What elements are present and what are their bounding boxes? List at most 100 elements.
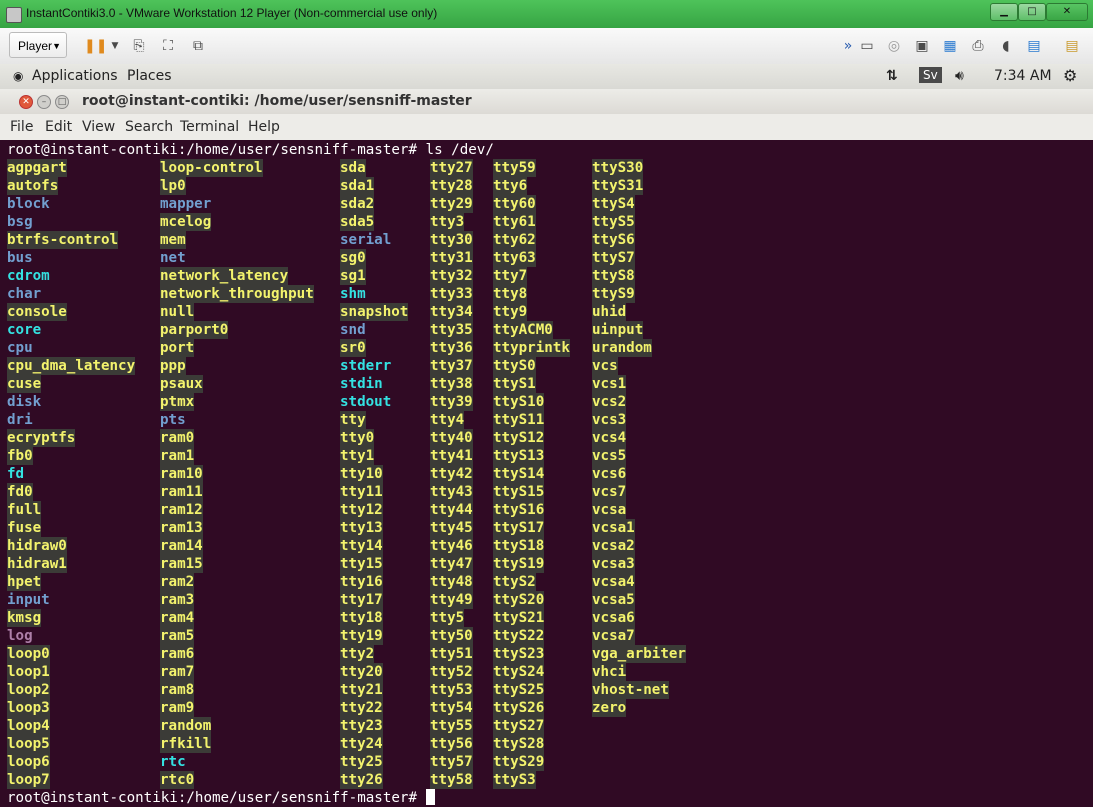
command-line: root@instant-contiki:/home/user/sensniff…	[7, 141, 494, 159]
dev-entry: ttyprintk	[493, 339, 570, 357]
places-menu[interactable]: Places	[127, 68, 172, 84]
dev-entry: tty16	[340, 573, 383, 591]
dev-entry: tty60	[493, 195, 536, 213]
menu-view[interactable]: View	[82, 119, 115, 135]
dev-entry: vcs6	[592, 465, 627, 483]
fullscreen-icon[interactable]: ⛶	[160, 38, 176, 54]
message-log-icon[interactable]: ▤	[1064, 38, 1080, 54]
terminal-output[interactable]: root@instant-contiki:/home/user/sensniff…	[0, 140, 1093, 807]
dev-entry: vcsa7	[592, 627, 635, 645]
dev-entry: tty24	[340, 735, 383, 753]
dev-entry: fd	[7, 466, 25, 482]
hard-disk-icon[interactable]: ▭	[859, 38, 875, 54]
terminal-menubar: File Edit View Search Terminal Help	[0, 114, 1093, 141]
sound-card-icon[interactable]: ◖	[998, 38, 1014, 54]
volume-icon[interactable]: 🔊︎	[955, 68, 964, 84]
applications-menu[interactable]: Applications	[32, 68, 118, 84]
dev-entry: tty46	[430, 537, 473, 555]
dev-entry: vcs1	[592, 375, 627, 393]
dev-entry: vcs	[592, 357, 618, 375]
floppy-icon[interactable]: ▣	[914, 38, 930, 54]
dev-entry: vcs5	[592, 447, 627, 465]
dev-entry: ttyS21	[493, 609, 545, 627]
dev-entry: ttyS25	[493, 681, 545, 699]
chevron-down-icon[interactable]: ▼	[107, 38, 123, 54]
dev-entry: tty57	[430, 753, 473, 771]
dev-entry: tty	[340, 411, 366, 429]
dev-entry: vhci	[592, 663, 627, 681]
dev-entry: tty15	[340, 555, 383, 573]
dev-entry: fb0	[7, 447, 33, 465]
menu-edit[interactable]: Edit	[45, 119, 72, 135]
dev-entry: console	[7, 303, 67, 321]
dev-entry: ram9	[160, 699, 195, 717]
printer-icon[interactable]: ⎙	[970, 38, 986, 54]
dev-entry: ram2	[160, 573, 195, 591]
dev-entry: ttyS17	[493, 519, 545, 537]
clock[interactable]: 7:34 AM	[994, 68, 1052, 84]
terminal-close-icon[interactable]: ✕	[19, 95, 33, 109]
minimize-button[interactable]: ▁	[990, 3, 1018, 21]
player-menu-button[interactable]: Player ▼	[9, 32, 67, 58]
dev-entry: sg1	[340, 267, 366, 285]
dev-entry: bsg	[7, 214, 33, 230]
dev-entry: vhost-net	[592, 681, 669, 699]
dev-entry: tty3	[430, 213, 465, 231]
dev-entry: tty19	[340, 627, 383, 645]
ubuntu-logo-icon[interactable]: ◉	[13, 69, 23, 83]
final-prompt-line: root@instant-contiki:/home/user/sensniff…	[7, 789, 435, 807]
dev-entry: mcelog	[160, 213, 212, 231]
expand-devices-icon[interactable]: »	[840, 38, 856, 54]
dev-entry: sr0	[340, 339, 366, 357]
terminal-maximize-icon[interactable]: □	[55, 95, 69, 109]
settings-gear-icon[interactable]: ⚙	[1063, 66, 1077, 85]
maximize-button[interactable]: □	[1018, 3, 1046, 21]
terminal-minimize-icon[interactable]: –	[37, 95, 51, 109]
dev-entry: net	[160, 250, 186, 266]
dev-entry: hidraw1	[7, 555, 67, 573]
dev-entry: hidraw0	[7, 537, 67, 555]
vmware-toolbar: Player ▼ ❚❚ ▼ ⎘ ⛶ ⧉ » ▭ ◎ ▣ ▦ ⎙ ◖ ▤ ▤	[0, 28, 1093, 65]
dev-entry: ppp	[160, 357, 186, 375]
dev-entry: tty14	[340, 537, 383, 555]
dev-entry: tty38	[430, 375, 473, 393]
dev-entry: autofs	[7, 177, 59, 195]
menu-terminal[interactable]: Terminal	[180, 119, 239, 135]
terminal-title: root@instant-contiki: /home/user/sensnif…	[82, 93, 472, 109]
dev-entry: tty11	[340, 483, 383, 501]
cd-drive-icon[interactable]: ◎	[886, 38, 902, 54]
dev-entry: loop-control	[160, 159, 263, 177]
pause-icon[interactable]: ❚❚	[84, 38, 107, 54]
dev-entry: tty23	[340, 717, 383, 735]
dev-entry: ram1	[160, 447, 195, 465]
dev-entry: tty37	[430, 357, 473, 375]
dev-entry: ttyS30	[592, 159, 644, 177]
dev-entry: rtc0	[160, 771, 195, 789]
dev-entry: ttyS1	[493, 375, 536, 393]
close-button[interactable]: ✕	[1046, 3, 1088, 21]
dev-entry: dri	[7, 412, 33, 428]
dev-entry: ttyS28	[493, 735, 545, 753]
dev-entry: vcs7	[592, 483, 627, 501]
menu-file[interactable]: File	[10, 119, 33, 135]
dev-entry: tty12	[340, 501, 383, 519]
network-transfer-icon[interactable]: ⇅	[886, 68, 898, 84]
dev-entry: ttyS20	[493, 591, 545, 609]
dev-entry: tty13	[340, 519, 383, 537]
dev-entry: ram13	[160, 519, 203, 537]
keyboard-layout-indicator[interactable]: Sv	[919, 67, 942, 83]
unity-icon[interactable]: ⧉	[190, 38, 206, 54]
network-adapter-icon[interactable]: ▦	[942, 38, 958, 54]
dev-entry: ttyS9	[592, 285, 635, 303]
dev-entry: cpu_dma_latency	[7, 357, 136, 375]
dev-entry: ttyS8	[592, 267, 635, 285]
dev-entry: fd0	[7, 483, 33, 501]
dev-entry: tty47	[430, 555, 473, 573]
send-ctrl-alt-del-icon[interactable]: ⎘	[131, 38, 147, 54]
menu-search[interactable]: Search	[125, 119, 173, 135]
dev-entry: tty7	[493, 267, 528, 285]
menu-help[interactable]: Help	[248, 119, 280, 135]
usb-device-icon[interactable]: ▤	[1026, 38, 1042, 54]
dev-entry: tty49	[430, 591, 473, 609]
dev-entry: ram7	[160, 663, 195, 681]
